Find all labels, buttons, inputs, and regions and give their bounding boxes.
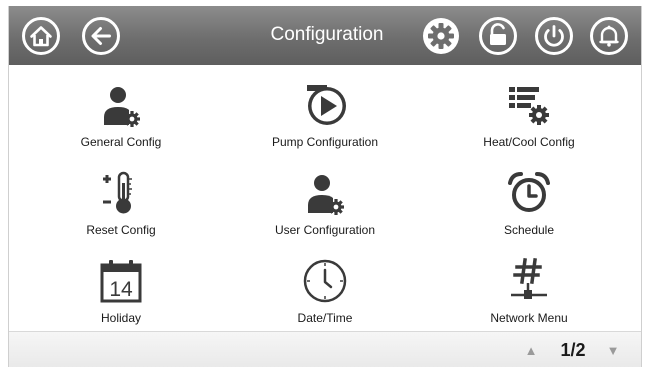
menu-item-label: General Config [80,135,162,149]
page-indicator: 1/2 [560,340,586,360]
menu-item-label: Pump Configuration [271,135,379,149]
menu-item-pump-configuration[interactable]: Pump Configuration [225,65,425,151]
gear-icon [423,18,459,54]
menu-grid: General Config Pump Configuration Heat/C… [9,65,641,333]
menu-item-label: Network Menu [490,311,568,325]
page-down-button[interactable]: ▼ [601,341,625,361]
power-icon [535,17,573,55]
menu-item-date-time[interactable]: Date/Time [225,241,425,327]
pump-icon [307,85,346,125]
top-bar: Configuration [9,6,641,65]
lock-button[interactable] [478,16,518,56]
menu-item-reset-config[interactable]: Reset Config [21,153,221,239]
settings-button[interactable] [421,16,461,56]
home-button[interactable] [21,16,61,56]
menu-item-user-configuration[interactable]: User Configuration [225,153,425,239]
calendar-day-text: 14 [109,278,133,301]
menu-item-network-menu[interactable]: Network Menu [429,241,629,327]
alarm-button[interactable] [589,16,629,56]
calendar-icon: 14 [100,260,142,303]
menu-item-label: Date/Time [297,311,353,325]
thermometer-icon [103,171,132,214]
network-icon [511,258,547,299]
menu-item-label: Reset Config [86,223,156,237]
user-gear-icon [308,175,344,215]
back-button[interactable] [81,16,121,56]
alarm-clock-icon [508,172,550,212]
user-gear-icon [104,87,140,127]
bell-icon [590,17,628,55]
home-icon [22,17,60,55]
back-arrow-icon [82,17,120,55]
unlock-icon [479,17,517,55]
menu-item-heat-cool-config[interactable]: Heat/Cool Config [429,65,629,151]
page-title: Configuration [270,24,384,45]
menu-item-label: User Configuration [274,223,376,237]
menu-item-label: Holiday [100,311,142,325]
clock-icon [303,259,347,303]
list-gear-icon [509,87,549,125]
menu-item-label: Schedule [503,223,555,237]
menu-item-label: Heat/Cool Config [483,135,575,149]
bottom-bar: ▲ 1/2 ▼ [9,331,641,367]
menu-item-general-config[interactable]: General Config [21,65,221,151]
power-button[interactable] [534,16,574,56]
screen: Configuration General Config Pump Config… [8,6,642,367]
menu-item-holiday[interactable]: 14 Holiday [21,241,221,327]
page-up-button[interactable]: ▲ [519,341,543,361]
menu-item-schedule[interactable]: Schedule [429,153,629,239]
